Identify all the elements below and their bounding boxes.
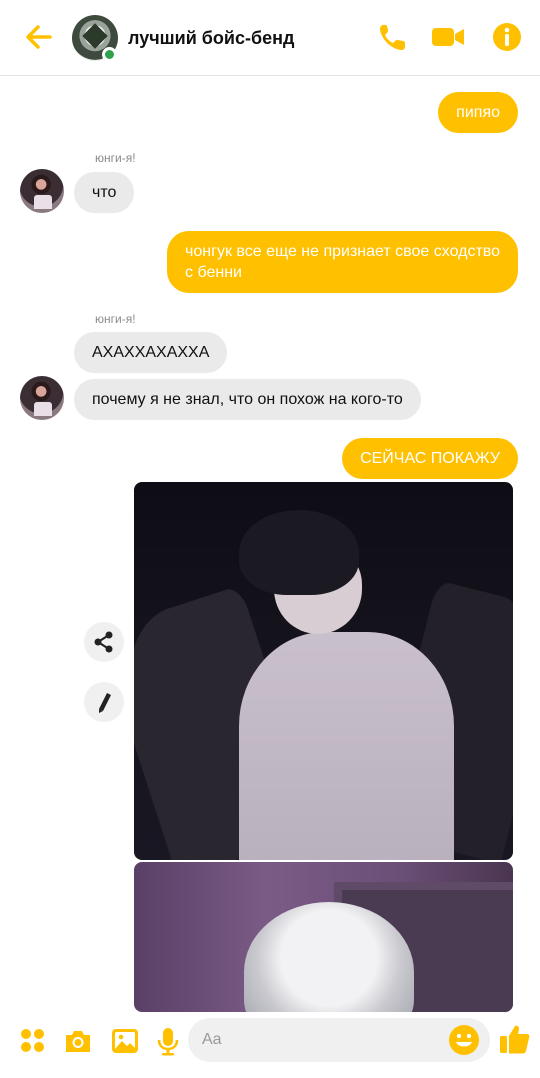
emoji-button[interactable]: [448, 1024, 480, 1056]
voice-message-button[interactable]: [153, 1026, 183, 1056]
video-call-button[interactable]: [430, 20, 464, 54]
call-button[interactable]: [376, 20, 410, 54]
sender-name: юнги-я!: [95, 151, 136, 165]
share-icon: [94, 631, 113, 653]
sender-avatar[interactable]: [20, 376, 64, 420]
arrow-left-icon: [26, 25, 52, 49]
microphone-icon: [157, 1028, 179, 1056]
thumbs-up-icon: [500, 1025, 530, 1054]
message-input[interactable]: [188, 1018, 490, 1062]
online-status-dot: [102, 47, 117, 62]
emoji-icon: [449, 1025, 479, 1055]
incoming-message[interactable]: АХАХХАХАХХА: [74, 332, 228, 373]
chat-header: лучший бойс-бенд: [0, 0, 540, 76]
chat-title[interactable]: лучший бойс-бенд: [128, 28, 294, 49]
info-icon: [493, 23, 521, 51]
composer-bar: [0, 1012, 540, 1078]
sender-avatar[interactable]: [20, 169, 64, 213]
share-button[interactable]: [84, 622, 124, 662]
incoming-message[interactable]: почему я не знал, что он похож на кого-т…: [74, 379, 421, 420]
edit-button[interactable]: [84, 682, 124, 722]
image-icon: [112, 1029, 138, 1053]
outgoing-message[interactable]: чонгук все еще не признает свое сходство…: [167, 231, 518, 293]
pencil-icon: [99, 693, 111, 713]
shared-photo[interactable]: [134, 862, 513, 1012]
info-button[interactable]: [490, 20, 524, 54]
incoming-message[interactable]: что: [74, 172, 135, 213]
like-button[interactable]: [498, 1022, 532, 1056]
back-button[interactable]: [22, 20, 56, 54]
outgoing-message[interactable]: пипяо: [438, 92, 518, 133]
more-actions-button[interactable]: [18, 1026, 48, 1056]
shared-photo[interactable]: [134, 482, 513, 860]
outgoing-message[interactable]: СЕЙЧАС ПОКАЖУ: [342, 438, 518, 479]
phone-icon: [380, 25, 405, 50]
video-camera-icon: [432, 28, 464, 46]
gallery-button[interactable]: [110, 1026, 140, 1056]
grid-menu-icon: [21, 1029, 44, 1052]
sender-name: юнги-я!: [95, 312, 136, 326]
camera-icon: [66, 1031, 90, 1052]
camera-button[interactable]: [63, 1026, 93, 1056]
